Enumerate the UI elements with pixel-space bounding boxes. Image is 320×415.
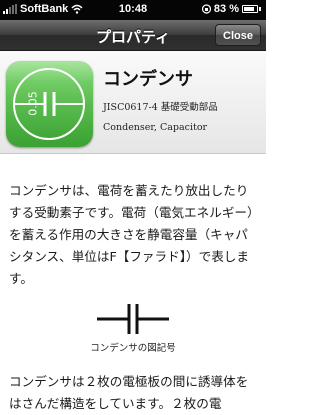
capacitor-app-icon: 0.05 (6, 61, 93, 147)
description-paragraph-2: コンデンサは２枚の電極板の間に誘導体をはさんだ構造をしています。２枚の電 (9, 374, 249, 411)
status-bar: SoftBank 10:48 83 % (0, 0, 266, 20)
status-right: 83 % (201, 3, 262, 15)
component-standard-code: JISC0617-4 基礎受動部品 (103, 102, 218, 113)
rotation-lock-icon (201, 4, 211, 14)
component-english-name: Condenser, Capacitor (103, 122, 208, 133)
description-paragraph-1: コンデンサは、電荷を蓄えたり放出したりする受動素子です。電荷（電気エネルギー）を… (9, 183, 254, 286)
component-title: コンデンサ (103, 69, 193, 90)
icon-value-label: 0.05 (26, 91, 40, 116)
navigation-bar: プロパティ Close (0, 20, 266, 51)
battery-icon (242, 4, 262, 14)
battery-percent: 83 % (213, 3, 239, 15)
component-header: 0.05 コンデンサ JISC0617-4 基礎受動部品 Condenser, … (0, 51, 266, 154)
capacitor-symbol-icon (97, 304, 169, 334)
close-button[interactable]: Close (215, 24, 261, 46)
symbol-caption: コンデンサの図記号 (90, 343, 176, 354)
